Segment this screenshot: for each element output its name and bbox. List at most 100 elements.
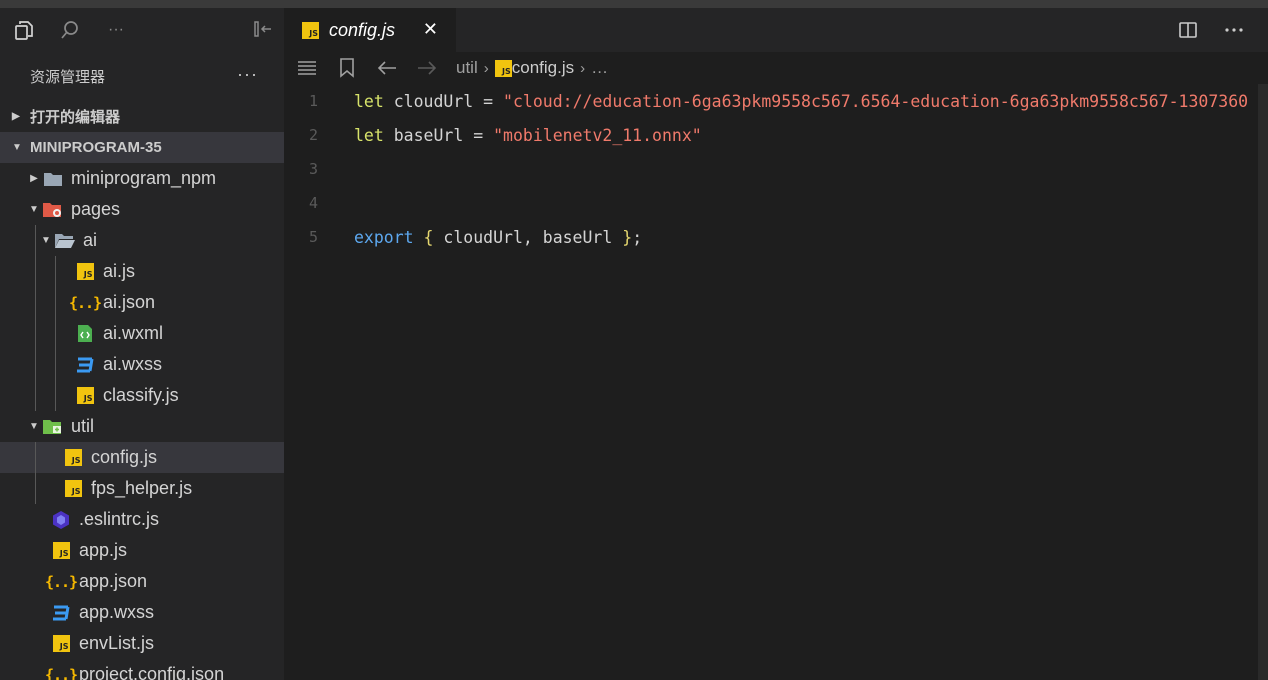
indent-guide [55,380,56,411]
chevron-right-icon: › [580,59,586,77]
tab-label: config.js [329,19,396,40]
explorer-header: 资源管理器 ··· [0,52,284,101]
indent-guide [35,256,36,287]
more-actions-icon[interactable] [1222,18,1246,42]
tree-item-label: classify.js [103,385,179,405]
tree-item-classify-js[interactable]: JS classify.js [0,380,284,411]
tree-item-ai-json[interactable]: {..} ai.json [0,287,284,318]
indent-guide [35,380,36,411]
wxss-file-icon [50,603,72,623]
tree-item-ai-folder[interactable]: ▼ ai [0,225,284,256]
tree-item-envlist-js[interactable]: JS envList.js [0,628,284,659]
tree-item-label: app.json [79,571,148,591]
breadcrumb-ellipsis[interactable]: … [591,58,608,78]
json-file-icon: {..} [68,293,102,312]
line-content: let baseUrl = "mobilenetv2_11.onnx" [354,125,702,145]
tree-item-label: app.wxss [79,602,155,622]
explorer-more-button[interactable]: ··· [237,64,258,85]
indent-guide [35,225,36,256]
explorer-sidebar: ··· 资源管理器 ··· ▶ 打开的编辑器 ▼ MINIPROGRAM-35 … [0,8,284,680]
line-number: 5 [308,228,318,246]
open-editors-section[interactable]: ▶ 打开的编辑器 [0,101,284,132]
back-arrow-icon[interactable] [376,57,398,79]
tree-item-config-js[interactable]: JS config.js [0,442,284,473]
title-strip [0,0,1268,8]
line-number: 3 [308,160,318,178]
code-line: 2 let baseUrl = "mobilenetv2_11.onnx" [284,118,1268,152]
tree-item-label: config.js [91,447,158,467]
js-file-icon: JS [494,59,512,77]
chevron-right-icon: ▶ [12,111,20,122]
breadcrumb-folder[interactable]: util [456,58,478,78]
tree-item-label: fps_helper.js [91,478,193,498]
util-folder-icon [42,417,64,437]
chevron-down-icon: ▼ [29,204,39,215]
tree-item-label: miniprogram_npm [71,168,217,188]
tree-item-eslintrc-js[interactable]: .eslintrc.js [0,504,284,535]
js-file-icon: JS [302,21,319,39]
tree-item-app-json[interactable]: {..} app.json [0,566,284,597]
tree-item-pages[interactable]: ▼ pages [0,194,284,225]
editor-actions [1176,8,1268,52]
tree-item-label: .eslintrc.js [79,509,160,529]
js-file-icon: JS [62,479,84,499]
code-line: 5 export { cloudUrl, baseUrl }; [284,220,1268,254]
wxss-file-icon [74,355,96,375]
more-icon[interactable]: ··· [104,18,128,42]
code-line: 4 [284,186,1268,220]
indent-guide [35,318,36,349]
code-editor[interactable]: 1 let cloudUrl = "cloud://education-6ga6… [284,84,1268,254]
sidebar-toolbar: ··· [0,8,284,52]
tree-item-util[interactable]: ▼ util [0,411,284,442]
indent-guide [55,256,56,287]
pages-folder-icon [42,200,64,220]
chevron-down-icon: ▼ [41,235,51,246]
js-file-icon: JS [74,262,96,282]
tree-item-ai-js[interactable]: JS ai.js [0,256,284,287]
js-file-icon: JS [62,448,84,468]
tree-item-label: project.config.json [79,664,225,680]
indent-guide [35,349,36,380]
tree-item-fps-helper-js[interactable]: JS fps_helper.js [0,473,284,504]
tree-item-ai-wxss[interactable]: ai.wxss [0,349,284,380]
tree-item-label: ai.wxss [103,354,163,374]
tree-item-miniprogram-npm[interactable]: ▶ miniprogram_npm [0,163,284,194]
tree-item-app-wxss[interactable]: app.wxss [0,597,284,628]
collapse-panel-icon[interactable] [252,18,274,45]
breadcrumb-file[interactable]: config.js [512,58,574,78]
chevron-right-icon: › [483,59,489,77]
indent-guide [55,318,56,349]
line-content: let cloudUrl = "cloud://education-6ga63p… [354,91,1249,111]
close-icon[interactable]: ✕ [423,19,438,40]
folder-open-icon [54,231,76,251]
chevron-down-icon: ▼ [12,142,22,153]
chevron-down-icon: ▼ [29,421,39,432]
js-file-icon: JS [50,634,72,654]
tab-bar: JS config.js ✕ [284,8,1268,52]
project-section[interactable]: ▼ MINIPROGRAM-35 [0,132,284,163]
tree-item-label: ai [83,230,98,250]
open-editors-label: 打开的编辑器 [30,109,121,126]
line-content: export { cloudUrl, baseUrl }; [354,227,643,247]
list-icon[interactable] [296,57,318,79]
tree-item-project-config-json[interactable]: {..} project.config.json [0,659,284,680]
search-icon[interactable] [58,18,82,42]
tree-item-label: envList.js [79,633,155,653]
split-editor-icon[interactable] [1176,18,1200,42]
vertical-scrollbar[interactable] [1258,84,1268,680]
indent-guide [55,349,56,380]
tree-item-ai-wxml[interactable]: ai.wxml [0,318,284,349]
bookmark-icon[interactable] [336,57,358,79]
tree-item-label: app.js [79,540,128,560]
json-file-icon: {..} [44,665,78,680]
js-file-icon: JS [74,386,96,406]
eslint-file-icon [50,510,72,530]
wxml-file-icon [74,324,96,344]
tree-item-app-js[interactable]: JS app.js [0,535,284,566]
line-number: 2 [308,126,318,144]
tab-config-js[interactable]: JS config.js ✕ [284,8,456,52]
files-icon[interactable] [12,18,36,42]
forward-arrow-icon[interactable] [416,57,438,79]
json-file-icon: {..} [44,572,78,591]
line-number: 4 [308,194,318,212]
